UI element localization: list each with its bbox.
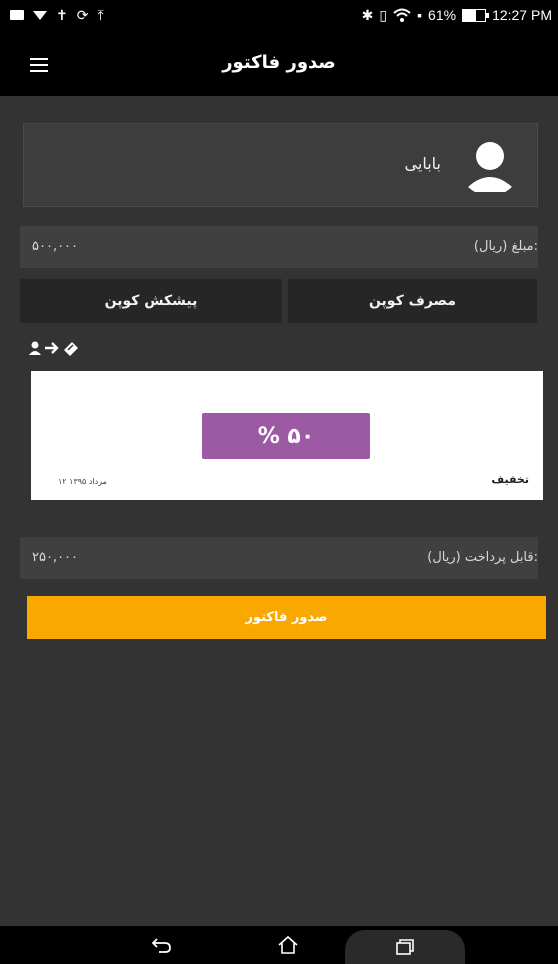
mail-icon: [10, 10, 24, 20]
wifi-icon: [393, 8, 411, 22]
coupon-date: ۱۲ مرداد ۱۳۹۵: [58, 477, 107, 486]
profile-name: بابایی: [404, 154, 441, 173]
discount-badge: ۵۰ %: [202, 413, 370, 459]
page-title: صدور فاکتور: [222, 52, 336, 73]
sim-icon: ▪: [417, 7, 423, 23]
battery-percent: 61%: [428, 7, 457, 23]
profile-card[interactable]: بابایی: [23, 123, 538, 207]
upload-icon: ⤒: [97, 7, 104, 23]
payable-row: قابل پرداخت (ریال): ۲۵۰,۰۰۰: [20, 537, 538, 579]
clock: 12:27 PM: [492, 7, 552, 23]
amount-value: ۵۰۰,۰۰۰: [32, 239, 79, 254]
payable-value: ۲۵۰,۰۰۰: [32, 550, 79, 565]
app-bar: صدور فاکتور: [0, 34, 558, 96]
user-icon: [29, 341, 41, 355]
system-icons: ✱ ▯ ▪ 61% 12:27 PM: [362, 7, 552, 23]
notification-icons: ✝ ⟳ ⤒: [10, 7, 104, 23]
home-icon[interactable]: [268, 926, 308, 964]
arrow-right-icon: [45, 342, 59, 354]
nav-bar: [0, 926, 558, 964]
ticket-icon: [64, 342, 78, 356]
status-bar: ✝ ⟳ ⤒ ✱ ▯ ▪ 61% 12:27 PM: [0, 0, 558, 34]
user-avatar-icon: [459, 134, 521, 196]
use-coupon-button[interactable]: مصرف کوپن: [288, 279, 537, 323]
back-icon[interactable]: [142, 926, 182, 964]
vibrate-icon: ▯: [379, 7, 388, 23]
amount-row: مبلغ (ریال): ۵۰۰,۰۰۰: [20, 226, 538, 268]
coupon-type: تخفیف: [491, 473, 529, 486]
issue-invoice-button[interactable]: صدور فاکتور: [27, 596, 546, 639]
battery-icon: [462, 8, 490, 22]
transfer-icons[interactable]: [28, 340, 80, 356]
bluetooth-icon: ✱: [361, 7, 374, 23]
fan-icon: ✝: [56, 7, 68, 23]
amount-label: مبلغ (ریال):: [473, 239, 538, 254]
coupon-card[interactable]: ۵۰ % تخفیف ۱۲ مرداد ۱۳۹۵: [31, 371, 543, 500]
payable-label: قابل پرداخت (ریال):: [427, 550, 538, 565]
offer-coupon-button[interactable]: پیشکش کوپن: [20, 279, 282, 323]
recent-apps-icon[interactable]: [345, 930, 465, 964]
signal-down-icon: [33, 10, 47, 20]
sync-icon: ⟳: [76, 7, 89, 23]
